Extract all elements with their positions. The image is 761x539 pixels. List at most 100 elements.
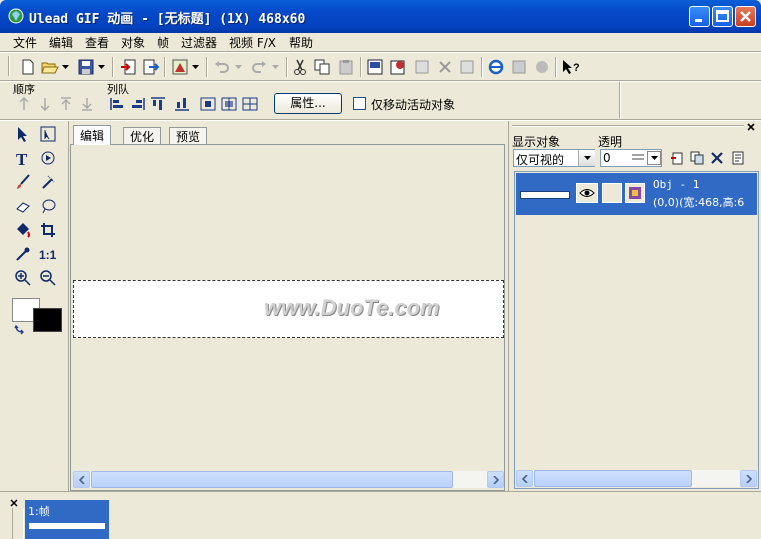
save-dropdown-arrow[interactable] xyxy=(96,58,106,76)
redo-button[interactable] xyxy=(249,58,269,76)
opacity-spinbox[interactable]: 0 xyxy=(600,149,662,167)
lasso-tool[interactable] xyxy=(38,196,58,216)
object-manager-panel: 显示对象 透明 仅可视的 0 Obj - 1 (0,0)(宽:468,高:6 xyxy=(508,121,761,491)
foreground-color-swatch[interactable] xyxy=(33,308,62,332)
save-button[interactable] xyxy=(76,58,96,76)
scroll-right-button[interactable] xyxy=(740,470,757,487)
center-both-button[interactable] xyxy=(240,95,260,113)
menu-file[interactable]: 文件 xyxy=(13,34,37,51)
scroll-left-button[interactable] xyxy=(516,470,533,487)
chevron-down-icon xyxy=(271,65,279,69)
horizontal-scrollbar[interactable] xyxy=(73,471,504,488)
swap-colors-button[interactable] xyxy=(14,323,26,335)
new-file-button[interactable] xyxy=(18,58,38,76)
center-horizontal-icon xyxy=(221,97,237,111)
close-button[interactable] xyxy=(735,6,756,27)
menu-frame[interactable]: 帧 xyxy=(157,34,169,51)
text-tool[interactable]: T xyxy=(13,148,33,168)
zoom-out-tool[interactable] xyxy=(38,268,58,288)
copy-button[interactable] xyxy=(312,58,332,76)
display-dropdown-arrow[interactable] xyxy=(578,150,595,166)
delete-object-button[interactable] xyxy=(707,149,727,167)
paint-bucket-tool[interactable] xyxy=(13,220,33,240)
new-object-button[interactable] xyxy=(667,149,687,167)
frame-panel-close-button[interactable] xyxy=(10,496,20,507)
canvas[interactable]: www.DuoTe.com xyxy=(73,280,504,338)
delete-tool-button[interactable] xyxy=(435,58,455,76)
eraser-tool[interactable] xyxy=(13,196,33,216)
panel-close-button[interactable] xyxy=(746,121,758,133)
scroll-left-button[interactable] xyxy=(73,471,90,488)
object-type-button[interactable] xyxy=(625,183,645,203)
paintbrush-tool[interactable] xyxy=(13,172,33,192)
pointer-icon xyxy=(18,127,27,142)
menu-video-fx[interactable]: 视频 F/X xyxy=(229,34,276,51)
properties-button[interactable]: 属性... xyxy=(274,93,342,114)
crop-button[interactable] xyxy=(412,58,432,76)
import-button[interactable] xyxy=(118,58,138,76)
object-row[interactable]: Obj - 1 (0,0)(宽:468,高:6 xyxy=(516,173,757,215)
swap-icon xyxy=(14,324,24,335)
optimize-wizard-button[interactable] xyxy=(509,58,529,76)
web-button[interactable] xyxy=(486,58,506,76)
send-to-bottom-button[interactable] xyxy=(77,95,97,113)
undo-dropdown-arrow[interactable] xyxy=(233,58,243,76)
tab-edit[interactable]: 编辑 xyxy=(73,125,112,145)
align-right-button[interactable] xyxy=(128,95,148,113)
image-size-button[interactable] xyxy=(365,58,385,76)
export-button[interactable] xyxy=(141,58,161,76)
menu-edit[interactable]: 编辑 xyxy=(49,34,73,51)
object-list-scrollbar[interactable] xyxy=(516,470,757,487)
bring-to-top-button[interactable] xyxy=(56,95,76,113)
crop-tool[interactable] xyxy=(38,220,58,240)
open-dropdown-arrow[interactable] xyxy=(60,58,70,76)
menu-help[interactable]: 帮助 xyxy=(289,34,313,51)
open-file-button[interactable] xyxy=(40,58,60,76)
pick-tool[interactable] xyxy=(13,124,33,144)
center-horizontal-button[interactable] xyxy=(219,95,239,113)
bring-to-front-button[interactable] xyxy=(14,95,34,113)
undo-button[interactable] xyxy=(212,58,232,76)
visibility-toggle[interactable] xyxy=(576,183,598,203)
scroll-right-button[interactable] xyxy=(487,471,504,488)
send-backward-button[interactable] xyxy=(35,95,55,113)
context-help-button[interactable]: ? xyxy=(560,58,580,76)
preview-dropdown-arrow[interactable] xyxy=(190,58,200,76)
maximize-button[interactable] xyxy=(712,6,733,27)
duplicate-object-button[interactable] xyxy=(687,149,707,167)
redo-dropdown-arrow[interactable] xyxy=(270,58,280,76)
browser-preview-button[interactable] xyxy=(170,58,190,76)
center-vertical-button[interactable] xyxy=(198,95,218,113)
display-objects-select[interactable]: 仅可视的 xyxy=(513,149,595,167)
object-properties-button[interactable] xyxy=(728,149,748,167)
play-tool[interactable] xyxy=(38,148,58,168)
scroll-thumb[interactable] xyxy=(91,471,453,488)
tab-preview[interactable]: 预览 xyxy=(169,127,208,145)
canvas-button[interactable] xyxy=(388,58,408,76)
magic-wand-tool[interactable] xyxy=(38,172,58,192)
toolbar-separator xyxy=(555,57,557,77)
opacity-dropdown-arrow[interactable] xyxy=(647,151,661,165)
replace-button[interactable] xyxy=(457,58,477,76)
align-left-button[interactable] xyxy=(107,95,127,113)
menu-view[interactable]: 查看 xyxy=(85,34,109,51)
tab-optimize[interactable]: 优化 xyxy=(123,127,162,145)
minimize-button[interactable] xyxy=(689,6,710,27)
eyedropper-tool[interactable] xyxy=(13,244,33,264)
menu-filter[interactable]: 过滤器 xyxy=(181,34,217,51)
lock-toggle[interactable] xyxy=(602,183,622,203)
only-move-active-checkbox[interactable] xyxy=(353,97,366,110)
edit-workspace: www.DuoTe.com xyxy=(70,144,505,491)
scroll-thumb[interactable] xyxy=(534,470,692,487)
zoom-in-tool[interactable] xyxy=(13,268,33,288)
object-select-tool[interactable] xyxy=(38,124,58,144)
opacity-slider-button[interactable] xyxy=(631,151,647,165)
actual-size-tool[interactable]: 1:1 xyxy=(38,244,58,264)
frame-thumbnail-1[interactable]: 1:帧 xyxy=(25,500,109,539)
align-top-button[interactable] xyxy=(148,95,168,113)
align-bottom-button[interactable] xyxy=(172,95,192,113)
menu-object[interactable]: 对象 xyxy=(121,34,145,51)
animation-wizard-button[interactable] xyxy=(532,58,552,76)
paste-button[interactable] xyxy=(336,58,356,76)
cut-button[interactable] xyxy=(290,58,310,76)
